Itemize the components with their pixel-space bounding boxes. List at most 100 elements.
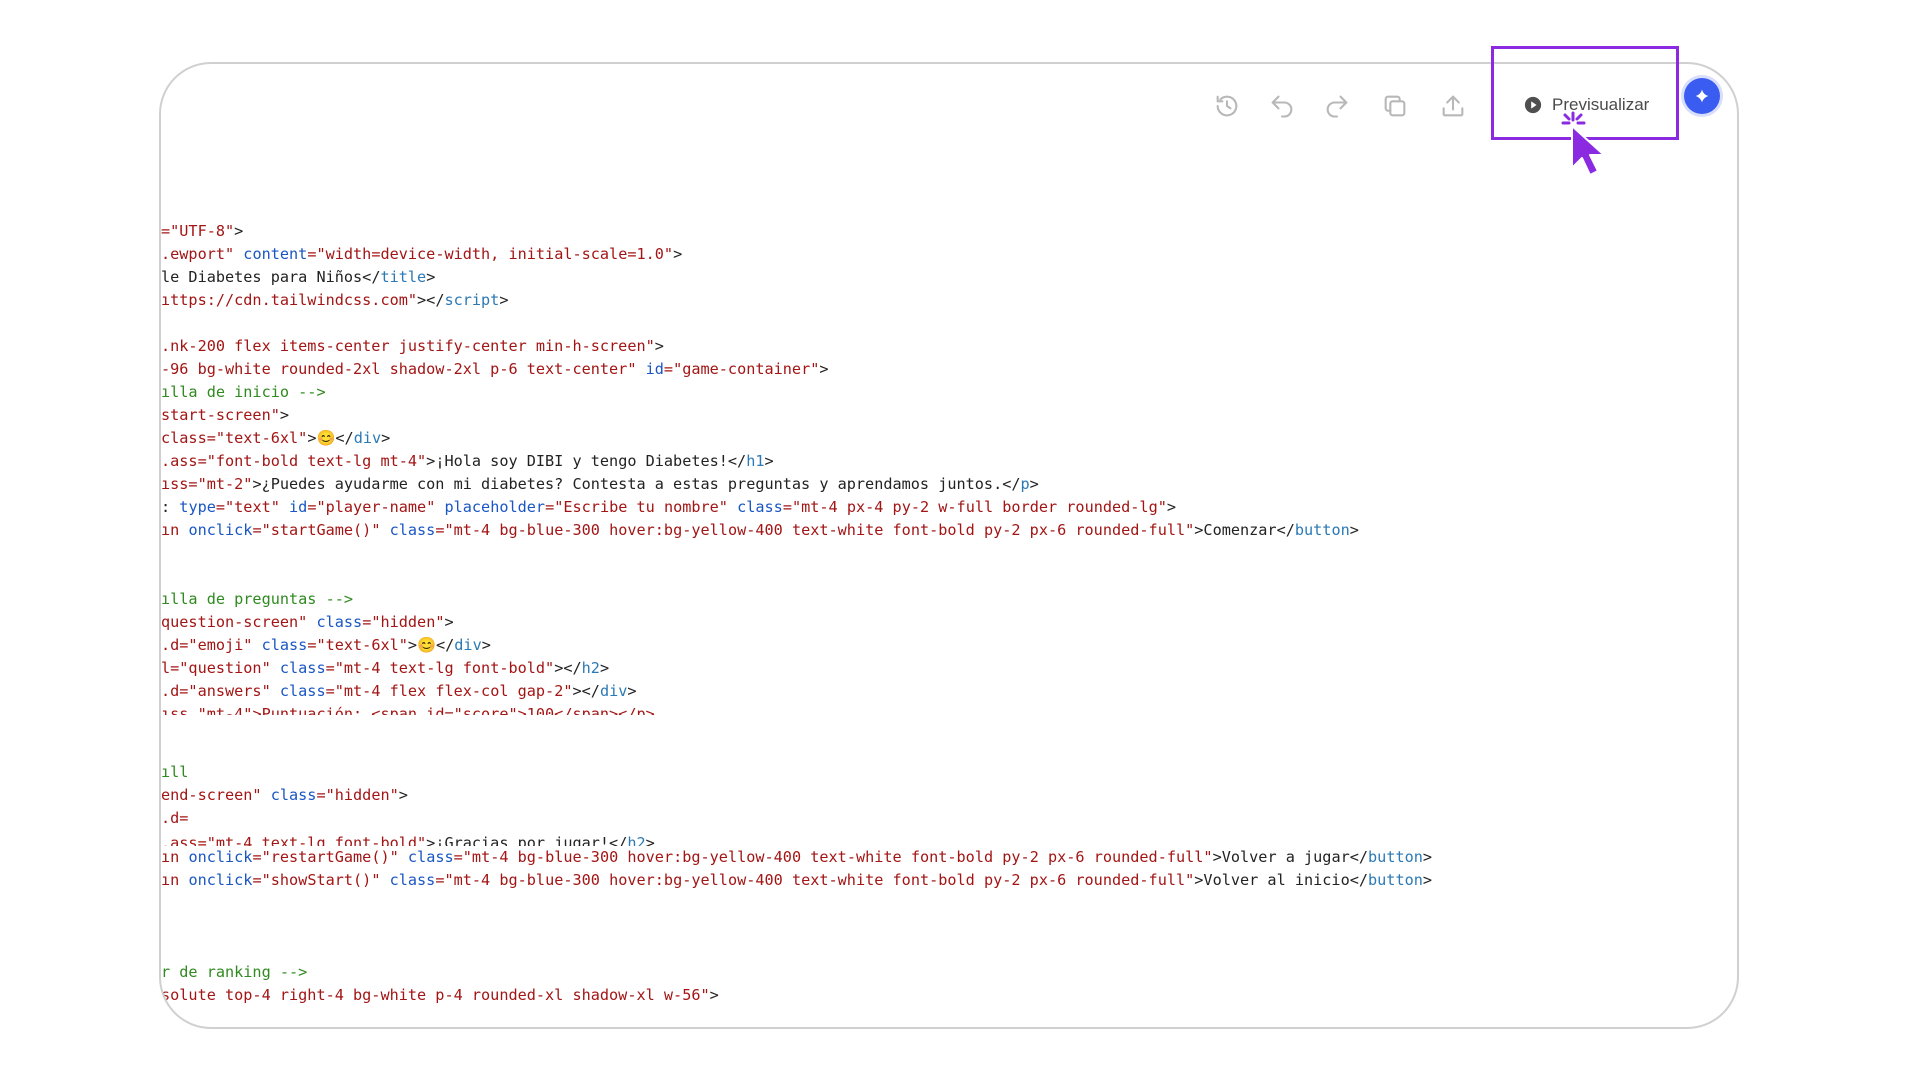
- editor-toolbar: Previsualizar: [161, 64, 1737, 194]
- code-line: ın onclick="startGame()" class="mt-4 bg-…: [161, 519, 1721, 542]
- code-token: button: [1294, 521, 1350, 539]
- code-token: .ewport": [161, 245, 235, 263]
- code-token: .ass="mt-4 text-lg font-bold": [161, 834, 427, 846]
- code-token: >: [481, 636, 491, 654]
- code-token: solute top-4 right-4 bg-white p-4 rounde…: [161, 986, 710, 1004]
- share-upload-icon[interactable]: [1433, 86, 1473, 126]
- code-line: question-screen" class="hidden">: [161, 611, 1721, 634]
- code-token: ="game-container": [663, 360, 820, 378]
- code-token: class: [261, 786, 317, 804]
- code-token: ="text": [215, 498, 280, 516]
- code-line: ="UTF-8">: [161, 220, 1721, 243]
- code-token: id: [279, 498, 308, 516]
- code-token: ="UTF-8": [161, 222, 235, 240]
- code-token: r de ranking -->: [161, 963, 308, 981]
- code-token: >: [234, 222, 244, 240]
- code-line: .d="answers" class="mt-4 flex flex-col g…: [161, 680, 1721, 703]
- code-token: div: [599, 682, 628, 700]
- code-token: ="text-6xl": [307, 636, 408, 654]
- code-line: ın onclick="showStart()" class="mt-4 bg-…: [161, 869, 1721, 892]
- code-token: >: [764, 452, 774, 470]
- code-token: >: [444, 613, 454, 631]
- code-token: div: [454, 636, 482, 654]
- code-token: :: [161, 498, 180, 516]
- code-token: ></: [554, 659, 582, 677]
- code-token: .d="emoji": [161, 636, 253, 654]
- code-token: id: [636, 360, 664, 378]
- code-line: start-screen">: [161, 404, 1721, 427]
- preview-button[interactable]: Previsualizar: [1506, 84, 1672, 126]
- code-token: end-screen": [161, 786, 262, 804]
- code-token: onclick: [188, 848, 253, 866]
- code-line: end-screen" class="hidden">: [161, 784, 1721, 807]
- code-token: p: [1020, 475, 1030, 493]
- code-token: >: [1422, 848, 1433, 866]
- code-token: ıss="mt-2": [161, 475, 253, 493]
- code-token: >: [279, 406, 290, 424]
- code-token: ></: [572, 682, 600, 700]
- code-token: content: [234, 245, 308, 263]
- preview-label: Previsualizar: [1552, 95, 1650, 114]
- code-token: ın: [161, 521, 189, 539]
- editor-window: Previsualizar ="UTF-8"> .ewport" content=…: [159, 62, 1739, 1029]
- code-token: ="player-name": [307, 498, 436, 516]
- code-line: .ass="font-bold text-lg mt-4">¡Hola soy …: [161, 450, 1721, 473]
- code-token: class: [270, 682, 326, 700]
- code-token: class: [380, 521, 436, 539]
- code-token: ="mt-4 px-4 py-2 w-full border rounded-l…: [782, 498, 1167, 516]
- code-token: </: [435, 636, 455, 654]
- code-token: class: [307, 613, 363, 631]
- code-line: solute top-4 right-4 bg-white p-4 rounde…: [161, 984, 1721, 1007]
- code-token: h2: [627, 834, 646, 846]
- code-token: start-screen": [161, 406, 280, 424]
- assistant-badge[interactable]: [1684, 78, 1720, 114]
- code-token: >: [426, 268, 436, 286]
- code-line: ın onclick="restartGame()" class="mt-4 b…: [161, 846, 1721, 869]
- code-token: >: [645, 834, 655, 846]
- code-token: ıttps://cdn.tailwindcss.com": [161, 291, 418, 309]
- code-token: </: [362, 268, 381, 286]
- code-token: ="showStart()": [252, 871, 381, 889]
- code-editor[interactable]: ="UTF-8"> .ewport" content="width=device-…: [161, 220, 1721, 1007]
- code-token: >Volver a jugar</: [1212, 848, 1369, 866]
- code-token: .d="answers": [161, 682, 271, 700]
- code-token: class: [727, 498, 783, 516]
- code-token: h2: [581, 659, 600, 677]
- code-token: class="text-6xl": [161, 429, 308, 447]
- code-token: ıss: [161, 705, 198, 715]
- history-icon[interactable]: [1207, 86, 1247, 126]
- code-token: ="mt-4 bg-blue-300 hover:bg-yellow-400 t…: [453, 848, 1213, 866]
- sparkle-icon: [1695, 89, 1709, 103]
- redo-icon[interactable]: [1317, 86, 1357, 126]
- code-token: >¿Puedes ayudarme con mi diabetes? Conte…: [252, 475, 1021, 493]
- code-token: ="hidden": [362, 613, 445, 631]
- code-token: ="restartGame()": [252, 848, 399, 866]
- code-token: question-screen": [161, 613, 308, 631]
- code-line: .nk-200 flex items-center justify-center…: [161, 335, 1721, 358]
- code-token: ="startGame()": [252, 521, 381, 539]
- code-token: ="hidden": [316, 786, 399, 804]
- code-token: >: [627, 682, 637, 700]
- code-token: ="width=device-width, initial-scale=1.0": [307, 245, 674, 263]
- code-token: >: [1349, 521, 1359, 539]
- code-token: >Volver al inicio</: [1194, 871, 1369, 889]
- copy-icon[interactable]: [1375, 86, 1415, 126]
- code-token: h1: [746, 452, 765, 470]
- code-token: "mt-4">Puntuación: <span id="score">100<…: [197, 705, 655, 715]
- code-token: ></: [417, 291, 445, 309]
- code-token: 😊: [417, 636, 436, 654]
- code-token: le Diabetes para Niños: [161, 268, 363, 286]
- code-token: ="Escribe tu nombre": [545, 498, 728, 516]
- undo-icon[interactable]: [1262, 86, 1302, 126]
- code-line: .ewport" content="width=device-width, in…: [161, 243, 1721, 266]
- code-token: ın: [161, 871, 189, 889]
- code-token: >: [1029, 475, 1039, 493]
- code-token: >: [819, 360, 829, 378]
